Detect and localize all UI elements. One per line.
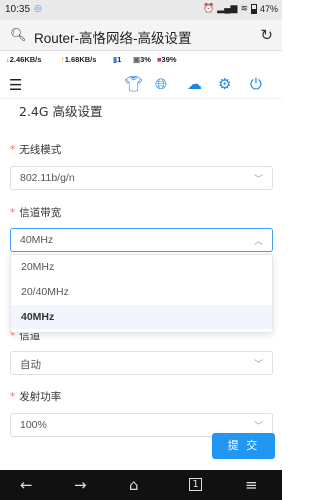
back-arrow-icon[interactable]: ←: [20, 476, 33, 494]
battery-level: 47%: [259, 3, 278, 14]
required-asterisk: *: [10, 391, 16, 403]
dropdown-option-40mhz[interactable]: 40MHz: [11, 305, 272, 329]
cpu-usage: ▣3%: [133, 55, 151, 64]
channel-width-label: * 信道带宽: [10, 205, 61, 220]
channel-width-select[interactable]: 40MHz ︿: [10, 228, 273, 252]
channel-width-label-text: 信道带宽: [19, 207, 62, 219]
channel-select[interactable]: 自动 ﹀: [10, 351, 273, 375]
client-count-value: 1: [117, 55, 122, 64]
chevron-down-icon: ﹀: [253, 421, 263, 431]
globe-icon[interactable]: 🌐︎: [155, 75, 167, 93]
status-time: 10:35: [5, 4, 31, 15]
forward-arrow-icon[interactable]: →: [74, 476, 87, 494]
shirt-icon[interactable]: 👕︎: [124, 75, 143, 93]
chevron-up-icon: ︿: [253, 236, 263, 246]
refresh-icon[interactable]: ↻: [260, 26, 273, 44]
section-title: 2.4G 高级设置: [19, 104, 103, 119]
client-count: ▮1: [113, 55, 121, 64]
notification-icon: ◎: [34, 4, 42, 14]
wireless-mode-label-text: 无线模式: [19, 144, 62, 156]
channel-width-value: 40MHz: [20, 234, 54, 246]
home-icon[interactable]: ⌂: [129, 476, 139, 494]
cpu-value: 3%: [140, 55, 151, 64]
page-title[interactable]: Router-高恪网络-高级设置: [34, 27, 192, 47]
settings-form: 2.4G 高级设置 * 无线模式 802.11b/g/n ﹀ * 信道带宽 40MH…: [0, 99, 282, 470]
router-stats-bar: ↓2.46KB/s ↑1.68KB/s ▮1 ▣3% ■39%: [0, 51, 282, 69]
channel-value: 自动: [20, 359, 41, 371]
status-bar: 10:35 ◎ ⏰ ▂▄▆ ≋ 47%: [0, 0, 282, 20]
chevron-down-icon: ﹀: [253, 359, 263, 369]
dropdown-option-20-40mhz[interactable]: 20/40MHz: [11, 280, 272, 304]
search-icon[interactable]: 🔍︎: [10, 28, 27, 43]
tx-power-label: * 发射功率: [10, 389, 61, 404]
tabs-icon[interactable]: 1: [189, 478, 202, 491]
app-toolbar: ☰ 👕︎ 🌐︎ ☁ ⚙ ⏻: [0, 70, 282, 99]
required-asterisk: *: [10, 144, 16, 156]
channel-width-dropdown: 20MHz 20/40MHz 40MHz: [10, 254, 273, 333]
tx-power-value: 100%: [20, 419, 47, 431]
wireless-mode-select[interactable]: 802.11b/g/n ﹀: [10, 166, 273, 190]
tx-power-label-text: 发射功率: [19, 391, 62, 403]
power-icon[interactable]: ⏻: [250, 75, 262, 93]
submit-button[interactable]: 提 交: [212, 433, 275, 459]
wifi-icon: ≋: [240, 3, 248, 13]
cloud-upload-icon[interactable]: ☁: [187, 75, 202, 93]
gear-icon[interactable]: ⚙: [218, 75, 231, 93]
chevron-down-icon: ﹀: [253, 174, 263, 184]
browser-nav-bar: ← → ⌂ 1 ≡: [0, 470, 282, 500]
signal-icon: ▂▄▆: [217, 3, 238, 13]
browser-address-bar[interactable]: 🔍︎ Router-高恪网络-高级设置 ↻: [0, 20, 282, 51]
upload-value: 1.68KB/s: [64, 55, 97, 64]
memory-value: 39%: [161, 55, 177, 64]
battery-icon: [250, 3, 257, 14]
alarm-icon: ⏰: [202, 3, 215, 13]
upload-speed: ↑1.68KB/s: [61, 55, 96, 64]
download-value: 2.46KB/s: [9, 55, 42, 64]
wireless-mode-label: * 无线模式: [10, 142, 61, 157]
menu-icon[interactable]: ☰: [9, 76, 22, 94]
hamburger-menu-icon[interactable]: ≡: [245, 476, 258, 494]
status-right: ⏰ ▂▄▆ ≋ 47%: [203, 3, 278, 14]
download-speed: ↓2.46KB/s: [6, 55, 41, 64]
required-asterisk: *: [10, 207, 16, 219]
dropdown-option-20mhz[interactable]: 20MHz: [11, 255, 272, 279]
wireless-mode-value: 802.11b/g/n: [20, 172, 75, 184]
memory-usage: ■39%: [157, 55, 177, 64]
